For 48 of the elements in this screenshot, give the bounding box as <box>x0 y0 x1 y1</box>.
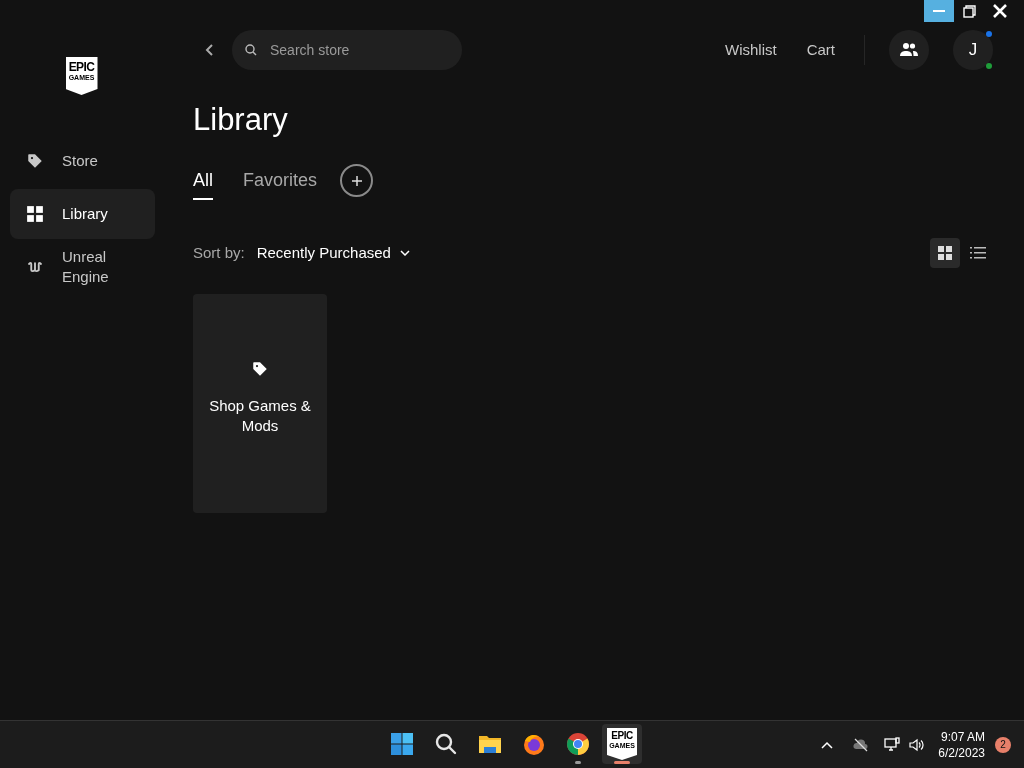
page-title: Library <box>193 102 289 138</box>
cloud-icon[interactable] <box>853 736 870 753</box>
sidebar-item[interactable]: Library <box>10 189 155 239</box>
tab[interactable]: Favorites <box>243 161 318 200</box>
shop-card[interactable]: Shop Games & Mods <box>193 294 327 513</box>
browser-icon <box>566 732 590 756</box>
running-indicator <box>614 761 630 764</box>
browser-icon <box>522 732 546 756</box>
clock-date: 6/2/2023 <box>938 744 985 761</box>
restore-icon[interactable] <box>963 5 976 18</box>
grid-icon <box>26 205 44 223</box>
sidebar-label: Unreal Engine <box>62 247 110 287</box>
card-label: Shop Games & Mods <box>208 395 312 436</box>
sort-dropdown[interactable]: Recently Purchased <box>256 241 410 265</box>
sidebar-item[interactable]: Unreal Engine <box>10 241 155 293</box>
chevron-down-icon <box>399 250 410 256</box>
search-placeholder: Search store <box>270 40 350 60</box>
avatar-button[interactable]: J <box>953 30 993 70</box>
tag-icon <box>26 152 44 170</box>
search-icon <box>245 44 257 56</box>
logo-text: EPIC <box>611 731 633 741</box>
windows-icon <box>390 732 414 756</box>
grid-icon <box>937 245 953 261</box>
search-icon <box>434 732 458 756</box>
sidebar-label: Store <box>62 151 99 171</box>
tab[interactable]: All <box>193 161 213 200</box>
back-icon[interactable] <box>204 44 216 56</box>
list-icon <box>970 245 986 261</box>
clock[interactable]: 9:07 AM 6/2/2023 <box>938 728 985 761</box>
friends-button[interactable] <box>889 30 929 70</box>
close-icon[interactable] <box>993 4 1007 18</box>
nav-link[interactable]: Wishlist <box>725 38 777 62</box>
sort-label: Sort by: <box>193 242 245 263</box>
nav-link[interactable]: Cart <box>806 38 835 62</box>
view-toggle[interactable] <box>930 238 960 268</box>
sidebar-label: Library <box>62 204 109 224</box>
network-icon[interactable] <box>884 736 901 753</box>
clock-time: 9:07 AM <box>940 728 985 745</box>
running-indicator <box>575 761 581 764</box>
tag-icon <box>251 359 269 378</box>
add-tab-button[interactable] <box>340 164 374 197</box>
logo-text: EPIC <box>68 61 95 73</box>
sidebar-item[interactable]: Store <box>10 135 155 187</box>
plus-icon <box>351 175 362 186</box>
volume-icon[interactable] <box>908 736 925 753</box>
notification-badge[interactable]: 2 <box>995 736 1011 753</box>
avatar-initial: J <box>968 39 978 62</box>
search-field[interactable]: Search store <box>232 30 462 70</box>
